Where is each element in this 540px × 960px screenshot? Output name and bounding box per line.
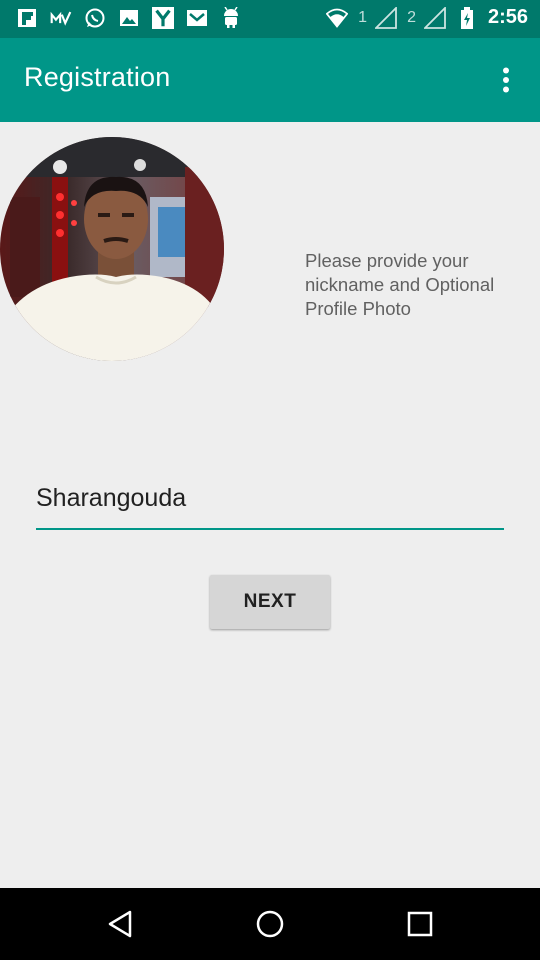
mail-icon	[186, 7, 208, 29]
wifi-icon	[326, 7, 349, 29]
page-title: Registration	[24, 62, 171, 92]
recents-icon[interactable]	[402, 906, 438, 942]
notification-icons	[16, 7, 242, 29]
battery-icon	[456, 6, 478, 29]
whatsapp-icon	[84, 7, 106, 29]
status-bar: 1 2 2:56	[0, 0, 540, 38]
next-button[interactable]: NEXT	[210, 575, 330, 629]
more-vert-icon[interactable]	[492, 64, 520, 96]
signal-1-icon	[375, 6, 397, 29]
nickname-input[interactable]: Sharangouda	[36, 480, 504, 530]
profile-photo[interactable]	[0, 137, 224, 361]
home-icon[interactable]	[252, 906, 288, 942]
android-icon	[220, 7, 242, 29]
navigation-bar	[0, 888, 540, 960]
flipboard-icon	[16, 7, 38, 29]
nickname-value: Sharangouda	[36, 484, 187, 512]
yahoo-icon	[152, 7, 174, 29]
gallery-icon	[118, 7, 140, 29]
signal-2-icon	[423, 6, 446, 29]
back-icon[interactable]	[102, 906, 138, 942]
registration-prompt: Please provide your nickname and Optiona…	[305, 250, 495, 319]
sim2-label: 2	[407, 8, 416, 26]
sim1-label: 1	[358, 8, 368, 26]
clock: 2:56	[487, 6, 528, 28]
system-status: 1 2 2:56	[326, 6, 528, 29]
app-bar: Registration	[0, 38, 540, 122]
mv-icon	[50, 7, 72, 29]
